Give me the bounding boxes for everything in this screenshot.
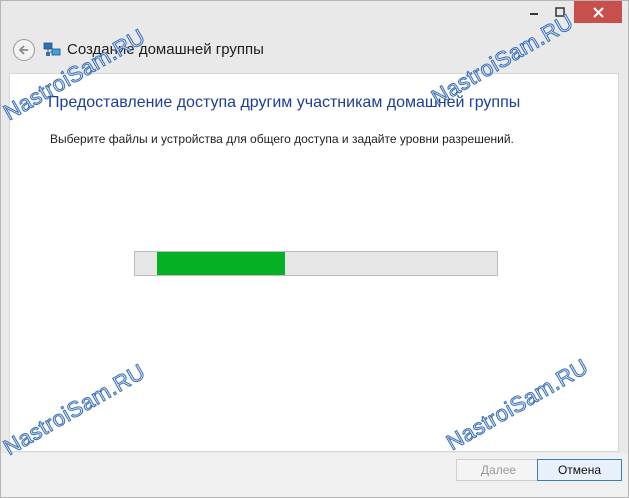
- minimize-icon: [530, 13, 538, 15]
- instruction-text: Выберите файлы и устройства для общего д…: [50, 132, 514, 146]
- window-title: Создание домашней группы: [67, 41, 264, 58]
- back-button[interactable]: [13, 39, 35, 61]
- next-button[interactable]: Далее: [456, 459, 541, 481]
- progress-marquee: [157, 252, 285, 275]
- content-panel: Предоставление доступа другим участникам…: [9, 73, 619, 452]
- close-icon: [592, 6, 604, 18]
- maximize-icon: [555, 7, 565, 17]
- homegroup-dialog: Создание домашней группы Предоставление …: [0, 0, 629, 498]
- homegroup-icon: [43, 42, 61, 56]
- cancel-button[interactable]: Отмена: [537, 459, 622, 481]
- button-bar: Далее Отмена: [1, 453, 628, 497]
- progress-bar: [134, 251, 498, 276]
- page-heading: Предоставление доступа другим участникам…: [48, 94, 521, 111]
- back-arrow-icon: [18, 45, 28, 55]
- close-button[interactable]: [574, 1, 622, 23]
- minimize-button[interactable]: [521, 1, 547, 23]
- maximize-button[interactable]: [547, 1, 573, 23]
- title-bar: Создание домашней группы: [1, 1, 628, 73]
